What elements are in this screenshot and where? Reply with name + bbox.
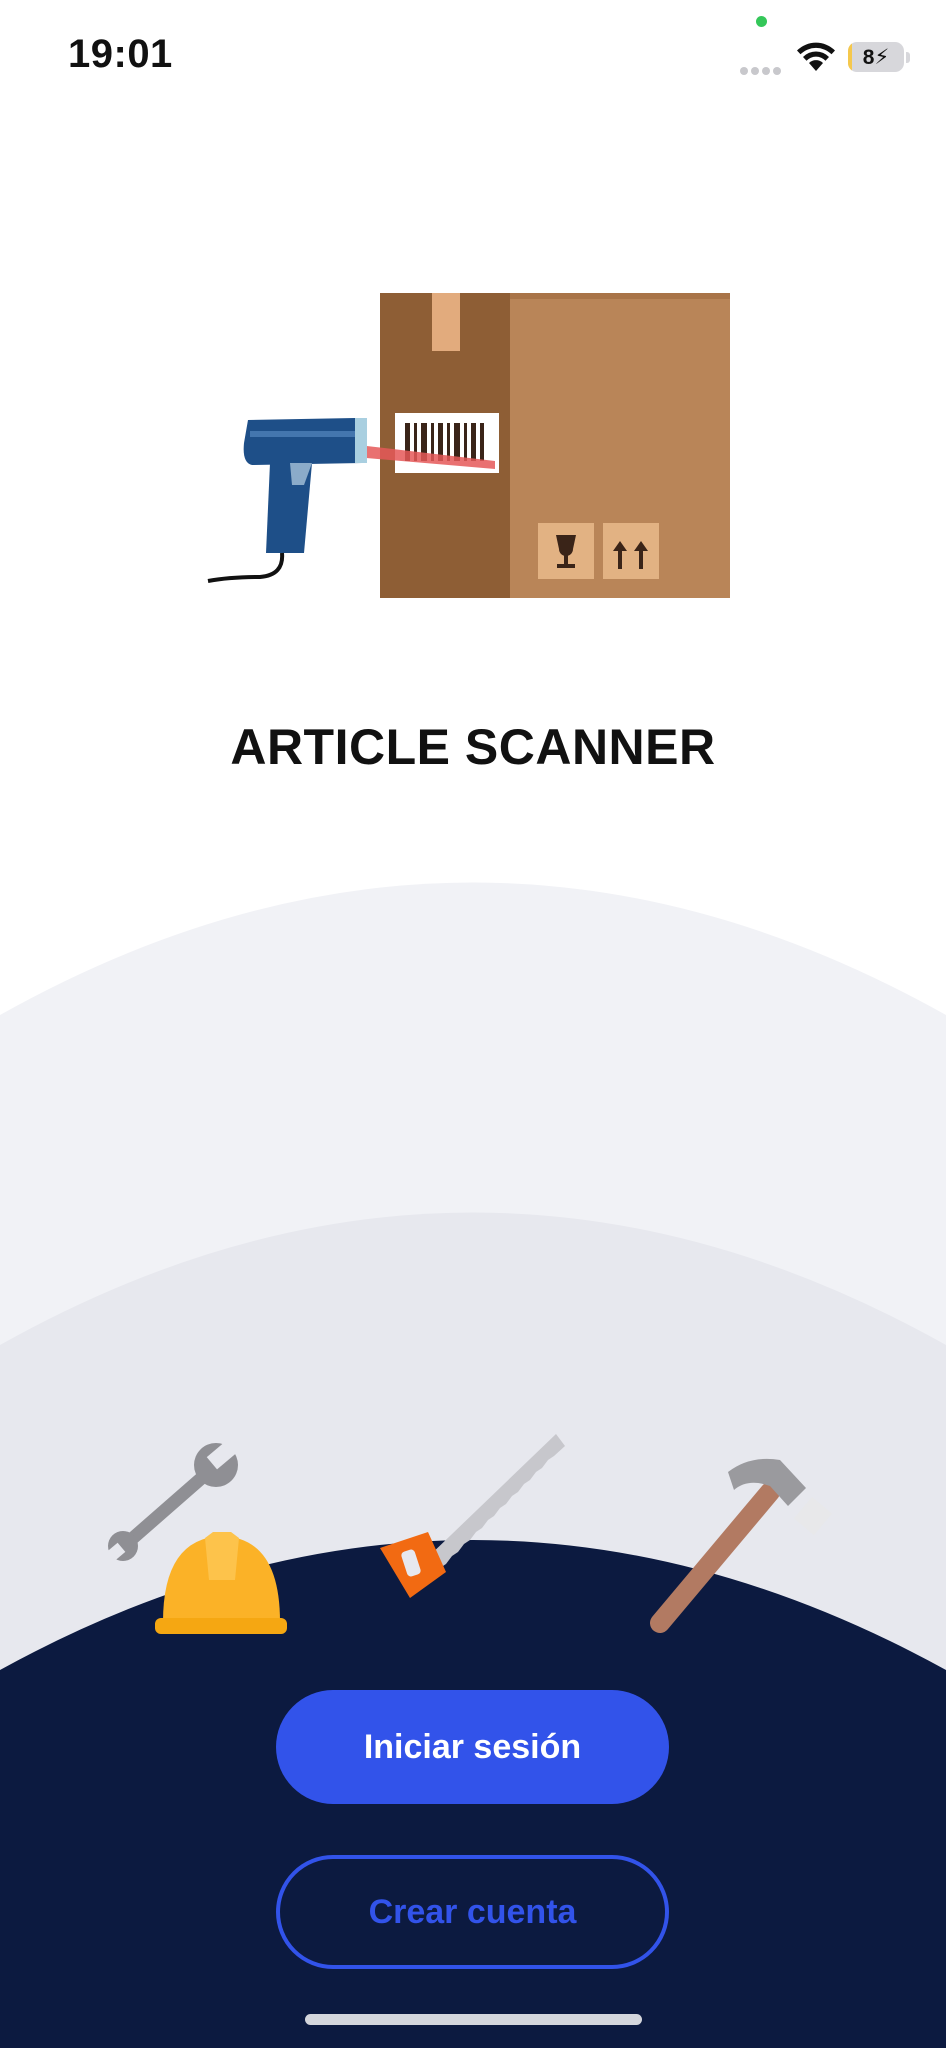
status-time: 19:01 [68, 32, 173, 76]
login-button[interactable]: Iniciar sesión [276, 1690, 669, 1804]
this-side-up-icon [603, 523, 659, 579]
hand-saw-icon [380, 1434, 565, 1598]
app-title: ARTICLE SCANNER [230, 719, 716, 775]
battery-level: 8 [862, 46, 875, 69]
create-account-button[interactable]: Crear cuenta [276, 1855, 669, 1969]
home-indicator[interactable] [305, 2014, 642, 2025]
cellular-signal-icon [740, 62, 784, 80]
battery-icon: 8⚡ [848, 42, 904, 72]
barcode-scanner [207, 418, 367, 583]
tools-illustration [103, 1434, 832, 1634]
scanner-box-illustration [207, 293, 730, 598]
hammer-icon [650, 1458, 832, 1633]
hard-hat-icon [155, 1532, 287, 1634]
privacy-indicator-dot [756, 16, 767, 27]
wifi-icon [797, 42, 835, 71]
charging-bolt-icon: ⚡ [874, 46, 890, 69]
box-tape [432, 293, 460, 351]
status-bar: 19:01 8⚡ [0, 0, 946, 120]
